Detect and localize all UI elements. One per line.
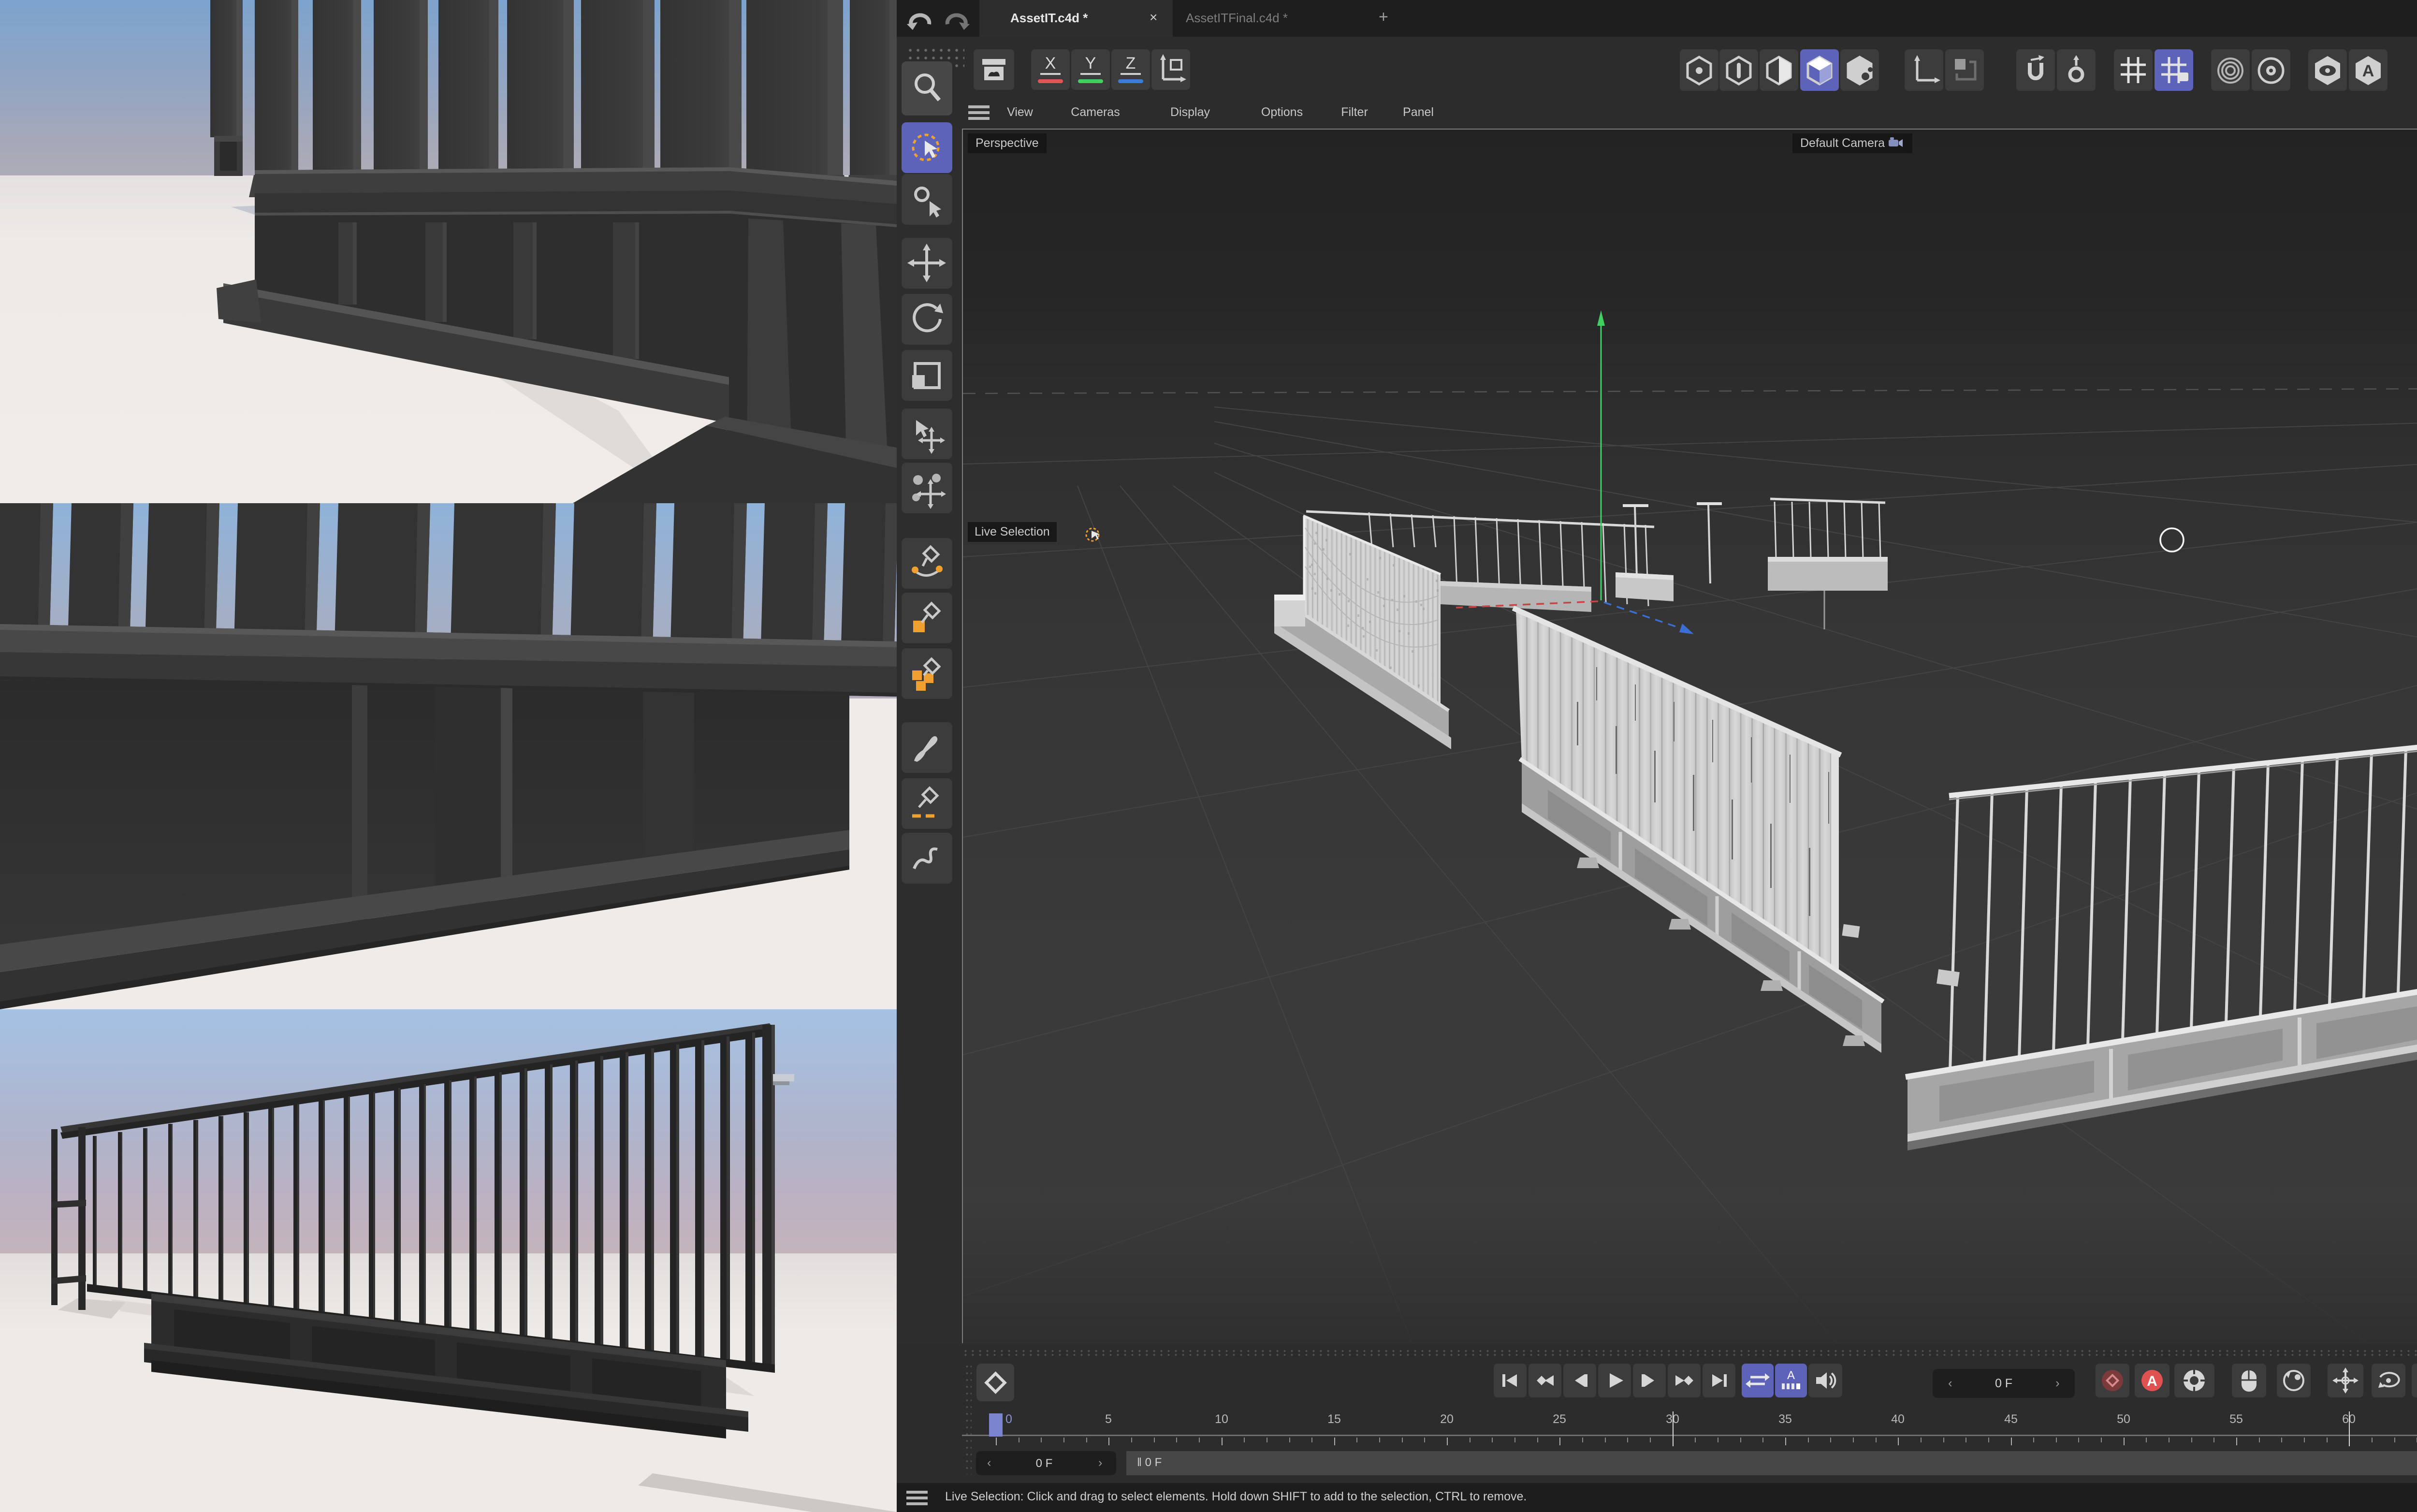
svg-text:A: A [2362,62,2374,80]
svg-text:A: A [2147,1373,2157,1389]
